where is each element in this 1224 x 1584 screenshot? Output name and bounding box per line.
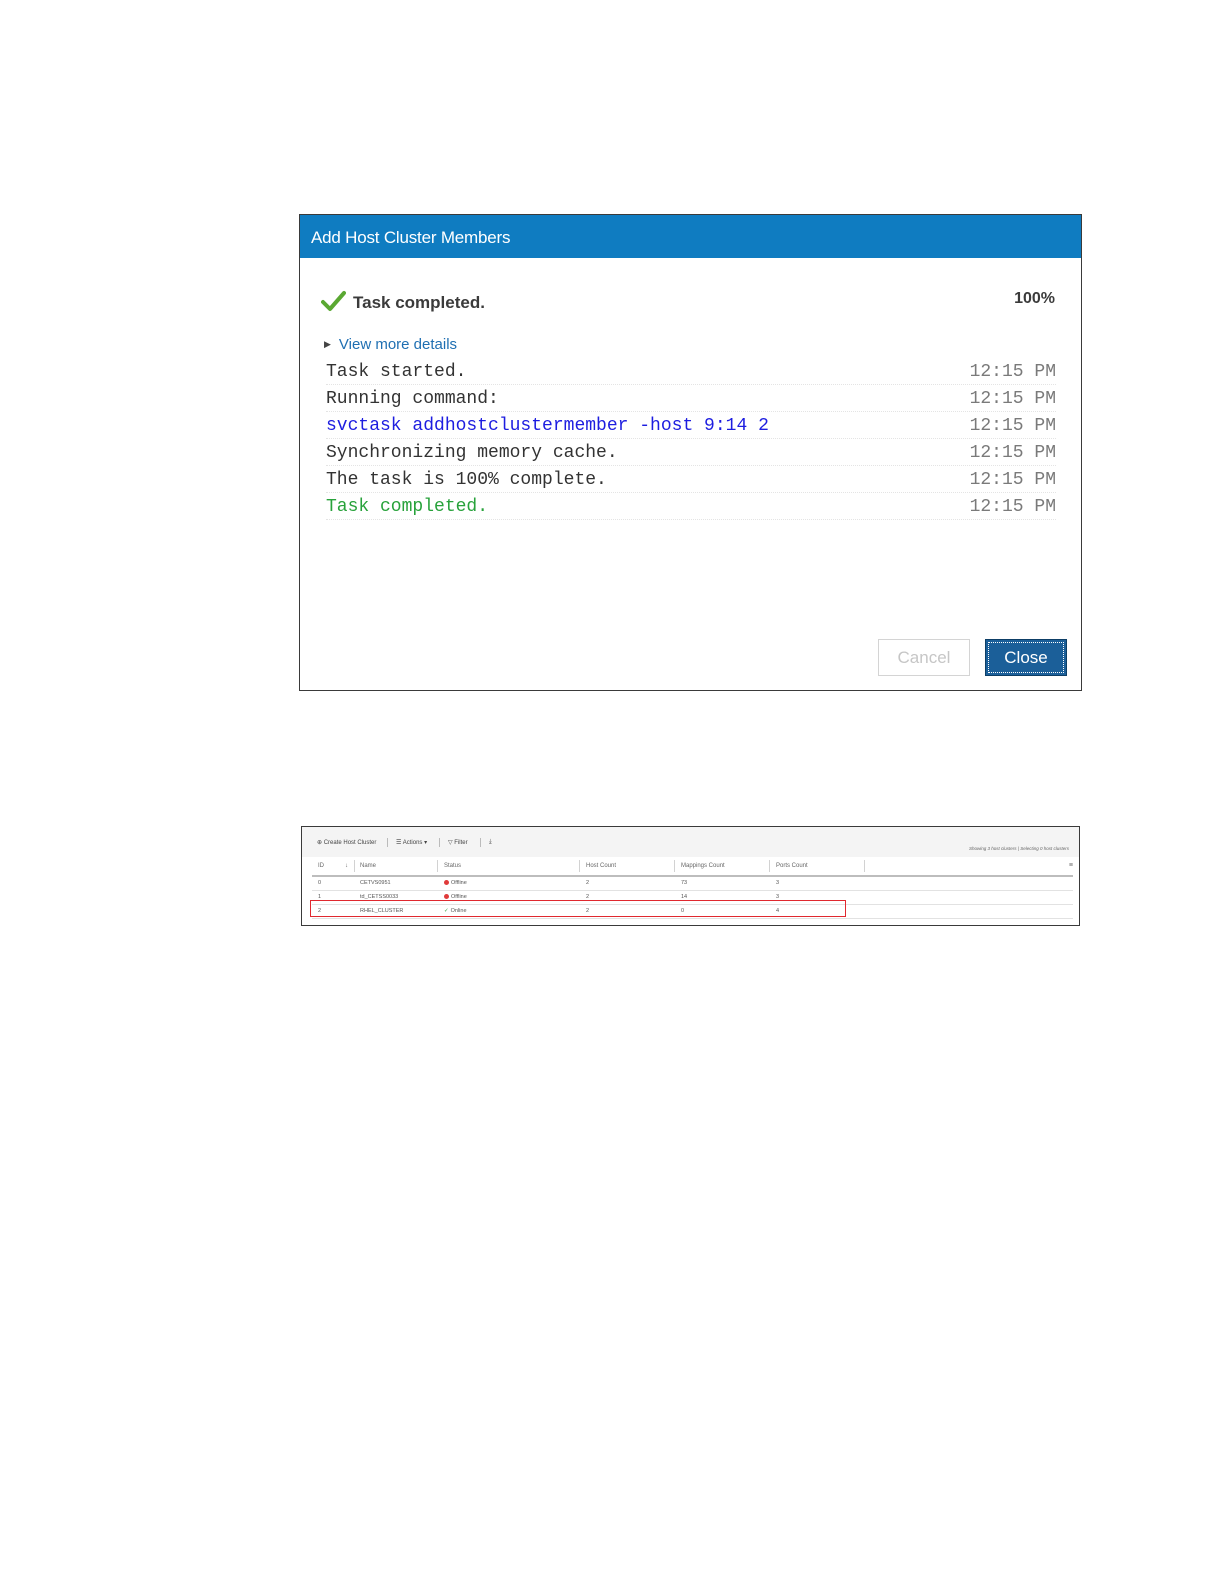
column-header-id[interactable]: ID xyxy=(318,863,324,869)
task-log: Task started. 12:15 PM Running command: 12… xyxy=(326,359,1056,521)
progress-percent: 100% xyxy=(1014,290,1055,307)
host-clusters-panel: ⊕ Create Host Cluster ☰ Actions ▾ ▽ Filt… xyxy=(301,826,1080,926)
expand-triangle-icon: ▶ xyxy=(324,339,331,349)
selection-summary: Showing 3 host clusters | Selecting 0 ho… xyxy=(969,846,1069,851)
log-time: 12:15 PM xyxy=(969,389,1056,409)
add-circle-icon: ⊕ xyxy=(317,840,323,846)
log-line-completed: Task completed. 12:15 PM xyxy=(326,494,1056,521)
column-menu-icon[interactable]: ≡ xyxy=(1069,862,1073,869)
cell-ports-count: 3 xyxy=(776,880,780,886)
column-header-name[interactable]: Name xyxy=(360,863,376,869)
table-header: ID ↓ Name Status Host Count Mappings Cou… xyxy=(312,857,1073,877)
cell-host-count: 2 xyxy=(586,880,590,886)
export-icon[interactable]: ⤓ xyxy=(489,839,492,846)
log-line: Running command: 12:15 PM xyxy=(326,386,1056,413)
list-icon: ☰ xyxy=(396,840,402,846)
view-more-details-link[interactable]: ▶ View more details xyxy=(324,336,457,353)
actions-menu-button[interactable]: ☰ Actions ▾ xyxy=(396,839,427,846)
create-host-cluster-label: Create Host Cluster xyxy=(323,840,377,846)
filter-label: Filter xyxy=(454,840,468,846)
log-time: 12:15 PM xyxy=(969,470,1056,490)
column-header-status[interactable]: Status xyxy=(444,863,461,869)
log-message: svctask addhostclustermember -host 9:14 … xyxy=(326,416,769,436)
dialog-title: Add Host Cluster Members xyxy=(300,215,1081,258)
create-host-cluster-button[interactable]: ⊕ Create Host Cluster xyxy=(317,839,376,846)
cancel-button[interactable]: Cancel xyxy=(878,639,970,676)
log-line: Synchronizing memory cache. 12:15 PM xyxy=(326,440,1056,467)
column-header-ports-count[interactable]: Ports Count xyxy=(776,863,808,869)
log-line: Task started. 12:15 PM xyxy=(326,359,1056,386)
cell-name: CETVS0951 xyxy=(360,880,391,886)
highlighted-row-callout xyxy=(310,900,846,917)
log-message: Synchronizing memory cache. xyxy=(326,443,618,463)
details-link-label: View more details xyxy=(338,336,458,353)
log-time: 12:15 PM xyxy=(969,362,1056,382)
chevron-down-icon: ▾ xyxy=(424,840,428,846)
log-time: 12:15 PM xyxy=(969,443,1056,463)
column-header-mappings-count[interactable]: Mappings Count xyxy=(681,863,725,869)
task-status-text: Task completed. xyxy=(353,293,485,312)
offline-status-icon xyxy=(444,894,449,899)
log-time: 12:15 PM xyxy=(969,416,1056,436)
actions-label: Actions xyxy=(402,840,423,846)
cell-mappings-count: 73 xyxy=(681,880,688,886)
table-row[interactable]: 0 CETVS0951 Offline 2 73 3 xyxy=(312,876,1073,891)
log-message: Task completed. xyxy=(326,497,489,517)
cell-id: 0 xyxy=(318,880,322,886)
offline-status-icon xyxy=(444,880,449,885)
table-toolbar: ⊕ Create Host Cluster ☰ Actions ▾ ▽ Filt… xyxy=(302,827,1079,857)
log-line-command: svctask addhostclustermember -host 9:14 … xyxy=(326,413,1056,440)
log-message: Running command: xyxy=(326,389,499,409)
log-time: 12:15 PM xyxy=(969,497,1056,517)
log-message: Task started. xyxy=(326,362,467,382)
cell-status: Offline xyxy=(444,880,467,886)
column-header-host-count[interactable]: Host Count xyxy=(586,863,616,869)
filter-icon: ▽ xyxy=(448,840,453,846)
filter-button[interactable]: ▽ Filter xyxy=(448,839,468,846)
close-button[interactable]: Close xyxy=(985,639,1067,676)
sort-descending-icon[interactable]: ↓ xyxy=(345,863,348,869)
add-host-cluster-members-dialog: Add Host Cluster Members Task completed.… xyxy=(299,214,1082,691)
log-line: The task is 100% complete. 12:15 PM xyxy=(326,467,1056,494)
log-message: The task is 100% complete. xyxy=(326,470,607,490)
checkmark-icon xyxy=(321,291,346,311)
task-status-row: Task completed. 100% xyxy=(321,288,1055,316)
